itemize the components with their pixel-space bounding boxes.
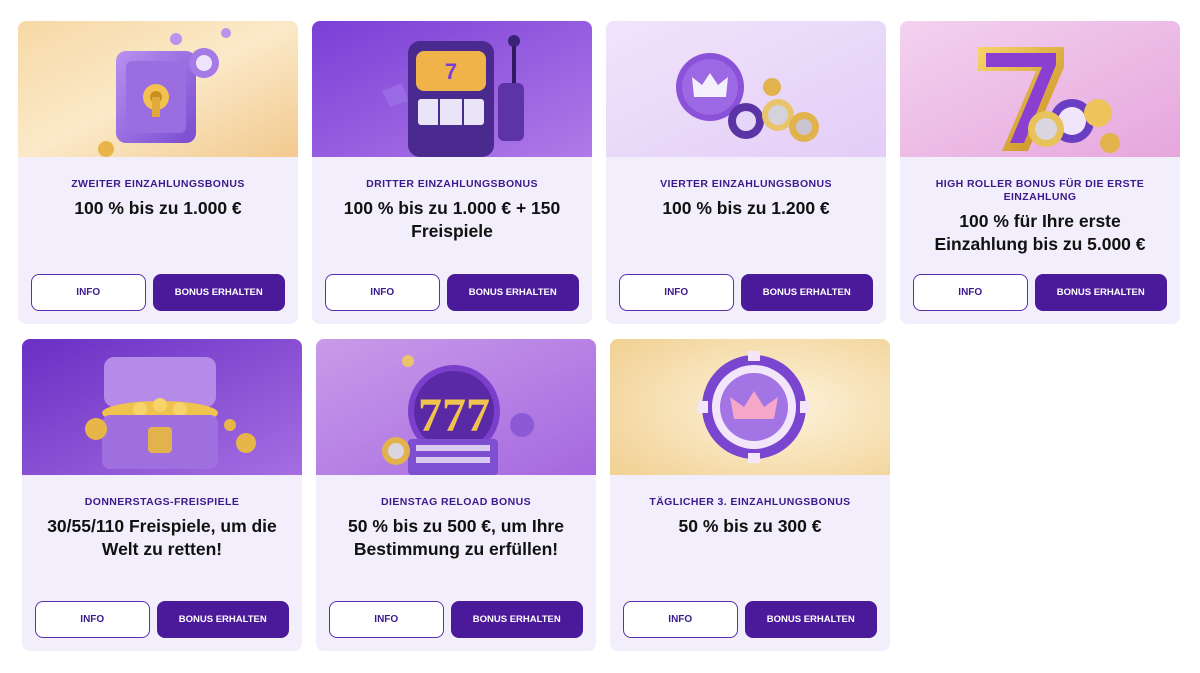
banner-image bbox=[22, 339, 302, 475]
lucky-seven-icon bbox=[900, 21, 1180, 157]
card-kicker: ZWEITER EINZAHLUNGSBONUS bbox=[71, 178, 245, 190]
card-kicker: DRITTER EINZAHLUNGSBONUS bbox=[366, 178, 538, 190]
get-bonus-button[interactable]: BONUS ERHALTEN bbox=[450, 601, 583, 638]
get-bonus-button[interactable]: BONUS ERHALTEN bbox=[156, 601, 289, 638]
bonus-card: VIERTER EINZAHLUNGSBONUS 100 % bis zu 1.… bbox=[606, 21, 886, 324]
info-button[interactable]: INFO bbox=[329, 601, 444, 638]
safe-icon bbox=[18, 21, 298, 157]
card-kicker: TÄGLICHER 3. EINZAHLUNGSBONUS bbox=[649, 496, 851, 508]
banner-image bbox=[610, 339, 890, 475]
banner-image: 777 bbox=[316, 339, 596, 475]
bonus-card: 777 DIENSTAG RELOAD BONUS 50 % bis zu 50… bbox=[316, 339, 596, 651]
get-bonus-button[interactable]: BONUS ERHALTEN bbox=[744, 601, 877, 638]
card-headline: 100 % bis zu 1.000 € + 150 Freispiele bbox=[343, 198, 561, 241]
get-bonus-button[interactable]: BONUS ERHALTEN bbox=[1034, 274, 1167, 311]
info-button[interactable]: INFO bbox=[623, 601, 738, 638]
card-kicker: HIGH ROLLER BONUS FÜR DIE ERSTE EINZAHLU… bbox=[935, 178, 1145, 203]
card-headline: 50 % bis zu 300 € bbox=[678, 516, 822, 536]
card-kicker: DIENSTAG RELOAD BONUS bbox=[381, 496, 531, 508]
card-headline: 50 % bis zu 500 €, um Ihre Bestimmung zu… bbox=[348, 516, 564, 559]
info-button[interactable]: INFO bbox=[35, 601, 150, 638]
card-kicker: DONNERSTAGS-FREISPIELE bbox=[84, 496, 240, 508]
info-button[interactable]: INFO bbox=[31, 274, 146, 311]
banner-image bbox=[606, 21, 886, 157]
card-headline: 100 % bis zu 1.000 € bbox=[74, 198, 242, 218]
bonus-card: 7 DRITTER EINZAHLUNGSBONUS 100 % bis zu … bbox=[312, 21, 592, 324]
slot-machine-icon: 7 bbox=[312, 21, 592, 157]
bonus-card: HIGH ROLLER BONUS FÜR DIE ERSTE EINZAHLU… bbox=[900, 21, 1180, 324]
banner-image bbox=[18, 21, 298, 157]
info-button[interactable]: INFO bbox=[913, 274, 1028, 311]
triple-seven-icon: 777 bbox=[316, 339, 596, 475]
card-headline: 100 % bis zu 1.200 € bbox=[662, 198, 830, 218]
svg-text:7: 7 bbox=[445, 59, 457, 84]
info-button[interactable]: INFO bbox=[325, 274, 440, 311]
card-headline: 30/55/110 Freispiele, um die Welt zu ret… bbox=[47, 516, 277, 559]
banner-image: 7 bbox=[312, 21, 592, 157]
info-button[interactable]: INFO bbox=[619, 274, 734, 311]
bonus-card: DONNERSTAGS-FREISPIELE 30/55/110 Freispi… bbox=[22, 339, 302, 651]
treasure-chest-icon bbox=[22, 339, 302, 475]
card-headline: 100 % für Ihre erste Einzahlung bis zu 5… bbox=[934, 211, 1146, 254]
svg-text:777: 777 bbox=[418, 389, 490, 442]
poker-chip-icon bbox=[610, 339, 890, 475]
get-bonus-button[interactable]: BONUS ERHALTEN bbox=[740, 274, 873, 311]
crown-chip-icon bbox=[606, 21, 886, 157]
bonus-card: TÄGLICHER 3. EINZAHLUNGSBONUS 50 % bis z… bbox=[610, 339, 890, 651]
bonus-card: ZWEITER EINZAHLUNGSBONUS 100 % bis zu 1.… bbox=[18, 21, 298, 324]
get-bonus-button[interactable]: BONUS ERHALTEN bbox=[446, 274, 579, 311]
card-kicker: VIERTER EINZAHLUNGSBONUS bbox=[660, 178, 832, 190]
get-bonus-button[interactable]: BONUS ERHALTEN bbox=[152, 274, 285, 311]
banner-image bbox=[900, 21, 1180, 157]
